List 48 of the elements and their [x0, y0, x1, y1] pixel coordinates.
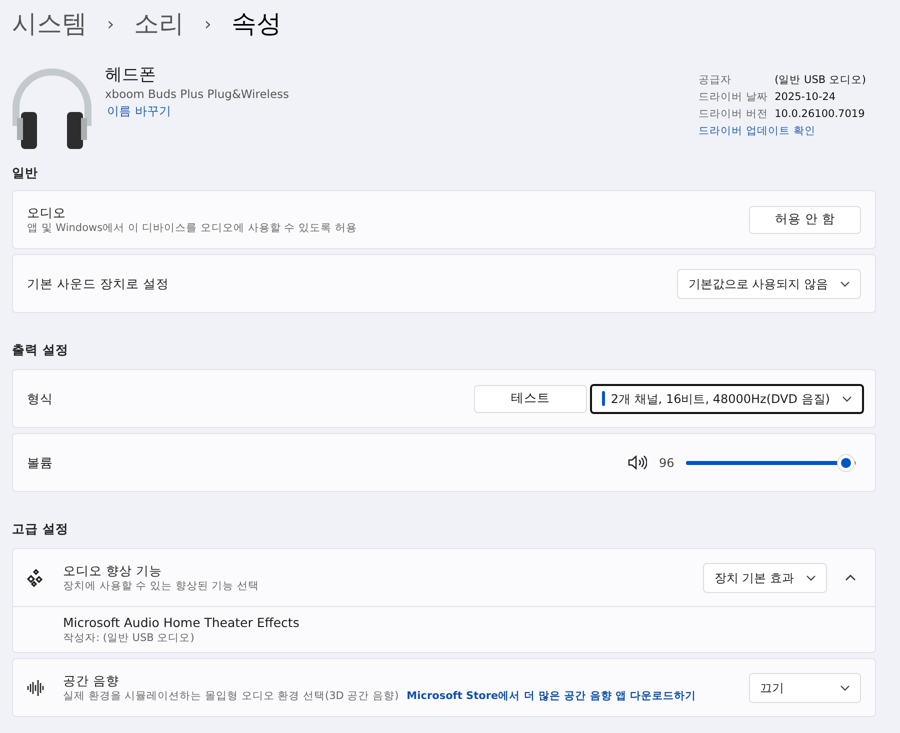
setting-title: 기본 사운드 장치로 설정: [27, 275, 169, 292]
effect-name: Microsoft Audio Home Theater Effects: [63, 614, 300, 631]
store-link[interactable]: Microsoft Store에서 더 많은 공간 음향 앱 다운로드하기: [406, 689, 696, 703]
test-button[interactable]: 테스트: [474, 384, 587, 412]
volume-value: 96: [659, 454, 676, 472]
info-value: (일반 USB 오디오): [774, 73, 866, 88]
chevron-up-icon: [844, 574, 856, 581]
dropdown[interactable]: 끄기: [749, 672, 861, 702]
breadcrumb-item[interactable]: 시스템: [12, 5, 87, 43]
setting-title: 공간 음향: [63, 672, 120, 689]
info-label: 드라이버 날짜: [698, 90, 769, 105]
info-value: 10.0.26100.7019: [774, 107, 866, 122]
sparkle-diamonds-icon: [27, 568, 45, 586]
rename-link[interactable]: 이름 바꾸기: [107, 103, 290, 119]
setting-description: 앱 및 Windows에서 이 디바이스를 오디오에 사용할 수 있도록 허용: [27, 221, 357, 235]
section-title: 고급 설정: [12, 520, 70, 538]
device-model: xboom Buds Plus Plug&Wireless: [105, 86, 290, 103]
setting-title: 형식: [27, 390, 53, 407]
driver-update-link[interactable]: 드라이버 업데이트 확인: [698, 123, 866, 140]
sound-wave-icon: [27, 680, 45, 696]
info-value: 2025-10-24: [774, 90, 837, 105]
section-title: 출력 설정: [12, 341, 70, 359]
info-label: 드라이버 버전: [698, 107, 769, 122]
focus-indicator: [602, 391, 605, 406]
allow-button[interactable]: 허용 안 함: [749, 206, 861, 234]
chevron-down-icon: [840, 280, 850, 286]
setting-title: 볼륨: [27, 454, 53, 471]
breadcrumb-separator: ›: [204, 12, 212, 36]
effect-author: 작성자: (일반 USB 오디오): [63, 631, 196, 645]
slider-thumb[interactable]: [836, 454, 855, 472]
setting-description: 장치에 사용할 수 있는 향상된 기능 선택: [63, 579, 260, 593]
chevron-down-icon: [840, 684, 850, 690]
headphones-icon: [12, 68, 92, 150]
info-label: 공급자: [698, 73, 733, 88]
dropdown[interactable]: 2개 채널, 16비트, 48000Hz(DVD 음질): [590, 384, 864, 414]
chevron-down-icon: [806, 574, 816, 580]
setting-title: 오디오 향상 기능: [63, 562, 163, 579]
section-title: 일반: [12, 164, 39, 182]
dropdown[interactable]: 장치 기본 효과: [703, 562, 827, 592]
device-name: 헤드폰: [105, 64, 157, 86]
breadcrumb-item: 속성: [231, 8, 282, 40]
dropdown[interactable]: 기본값으로 사용되지 않음: [677, 268, 861, 298]
chevron-down-icon: [842, 396, 852, 402]
breadcrumb-item[interactable]: 소리: [134, 5, 184, 43]
setting-description: 실제 환경을 시뮬레이션하는 몰입형 오디오 환경 선택(3D 공간 음향): [63, 689, 399, 703]
breadcrumb-separator: ›: [107, 12, 114, 36]
speaker-icon: [628, 455, 647, 470]
setting-title: 오디오: [27, 204, 67, 221]
